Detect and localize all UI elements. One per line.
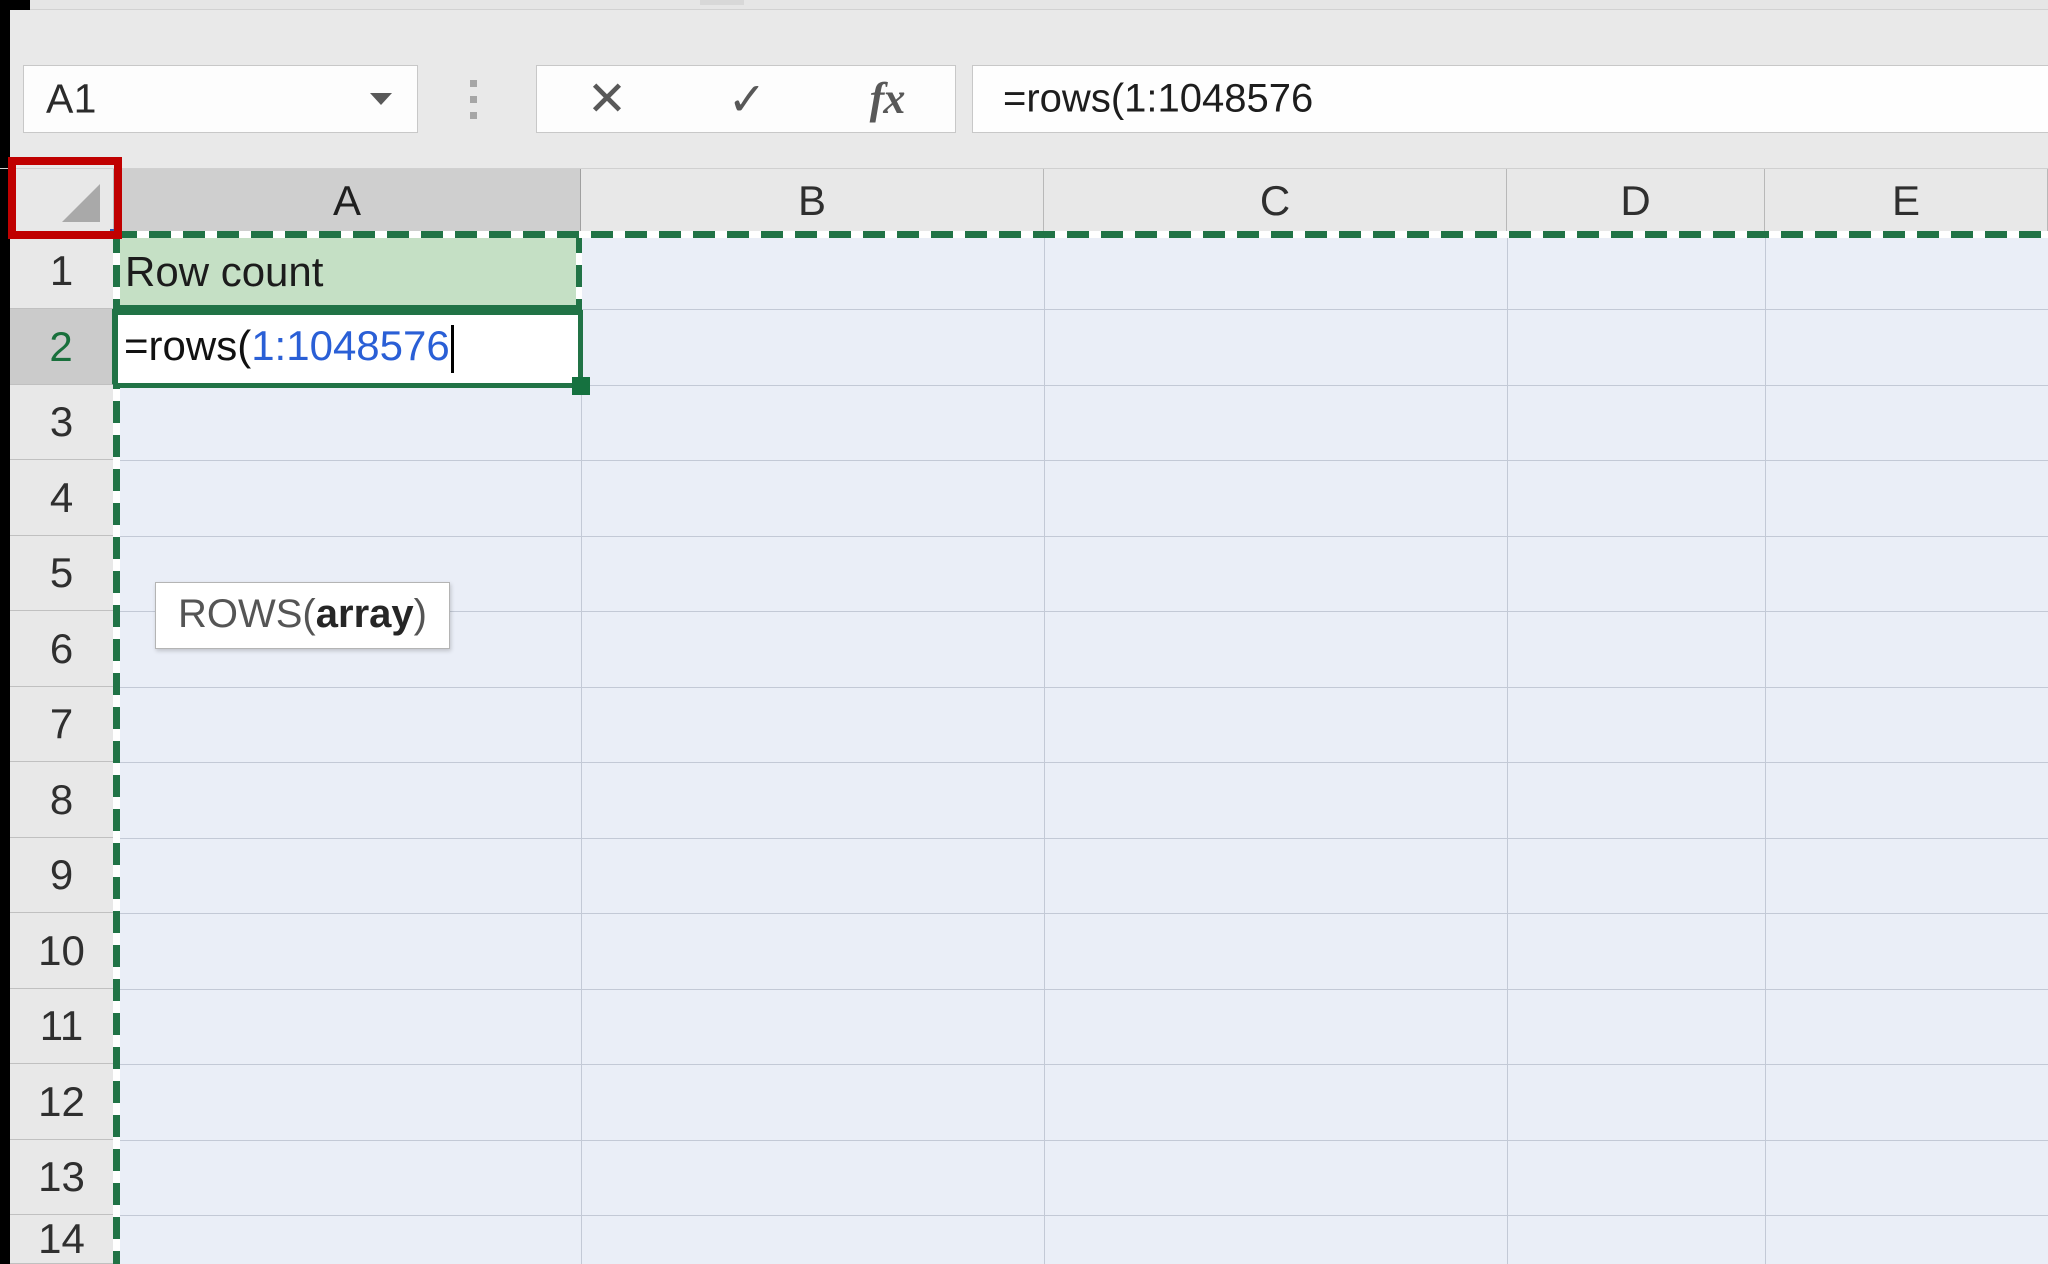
gridline-horizontal [115,913,2048,914]
gridline-horizontal [115,838,2048,839]
left-black-border-top [0,10,10,168]
column-header-label: E [1891,177,1920,224]
row-header-11[interactable]: 11 [10,989,114,1064]
insert-function-label: fx [869,74,906,123]
column-header-C[interactable]: C [1044,169,1507,233]
row-header-label: 10 [38,926,85,974]
text-caret [450,325,454,373]
select-all-button[interactable] [10,169,114,234]
gridline-horizontal [115,1140,2048,1141]
cell-A2-value: =rows(1:1048576 [124,325,454,373]
row-header-label: 12 [38,1077,85,1125]
column-header-E[interactable]: E [1765,169,2048,233]
gridline-vertical [1507,234,1508,1264]
row-header-label: 4 [49,473,74,521]
window-corner-shadow [0,0,30,10]
copy-marquee-a1-right [576,231,582,311]
cells-area[interactable] [115,234,2048,1264]
formula-bar-buttons: ✕ ✓ fx [536,65,956,133]
name-box-value: A1 [46,75,97,122]
row-header-8[interactable]: 8 [10,762,114,838]
gridline-horizontal [115,989,2048,990]
gridline-horizontal [115,762,2048,763]
cell-A2-editor[interactable]: =rows(1:1048576 [113,310,583,388]
column-header-label: C [1259,177,1291,224]
gridline-vertical [1044,234,1045,1264]
enter-button-label: ✓ [727,72,767,126]
cell-A2-function-part: =rows( [124,322,252,370]
bottom-black-corner [0,1240,10,1264]
gridline-horizontal [115,687,2048,688]
row-header-1[interactable]: 1 [10,234,114,309]
gridline-horizontal [115,1215,2048,1216]
cell-A1[interactable]: Row count [115,235,581,308]
enter-check-icon[interactable]: ✓ [677,66,817,132]
row-header-label: 9 [49,851,74,898]
cancel-x-icon[interactable]: ✕ [537,66,677,132]
row-header-label: 6 [49,624,74,672]
row-header-12[interactable]: 12 [10,1064,114,1140]
formula-bar-band: A1 ✕ ✓ fx =rows(1:1048576 [0,10,2048,169]
row-header-label: 1 [49,247,74,294]
row-header-14[interactable]: 14 [10,1215,114,1264]
name-box[interactable]: A1 [23,65,418,133]
formula-input-value: =rows(1:1048576 [1003,76,1314,121]
cell-A1-value: Row count [125,247,324,295]
gridline-horizontal [115,1064,2048,1065]
row-header-3[interactable]: 3 [10,385,114,460]
formula-input[interactable]: =rows(1:1048576 [972,65,2048,133]
function-name-prefix: ROWS( [178,592,316,636]
worksheet-grid: ABCDE 1 2 3 4 5 6 7 8 9 10 11 12 13 14 Row count =row… [0,169,2048,1264]
marquee-corner-dot [110,229,120,239]
column-header-D[interactable]: D [1507,169,1765,233]
row-header-label: 7 [49,700,74,747]
select-all-triangle-icon [62,184,100,222]
row-header-5[interactable]: 5 [10,536,114,611]
cell-A2-reference-part: 1:1048576 [251,322,450,370]
excel-window: A1 ✕ ✓ fx =rows(1:1048576 A B C D E 1 2 … [0,0,2048,1264]
function-signature-tooltip: ROWS(array) [155,582,450,650]
copy-marquee-top [115,231,2048,238]
row-header-2[interactable]: 2 [10,309,114,385]
column-header-row: A B C D E [114,169,2048,234]
row-header-label: 5 [49,549,74,596]
column-header-A[interactable]: A [114,169,581,233]
row-header-label: 13 [38,1153,85,1200]
gridline-horizontal [115,460,2048,461]
row-header-6[interactable]: 6 [10,611,114,687]
row-header-label: 11 [39,1002,84,1049]
more-options-icon[interactable] [470,80,478,120]
row-header-label: 8 [49,775,74,823]
row-header-label: 2 [49,322,73,370]
row-header-7[interactable]: 7 [10,687,114,762]
row-header-10[interactable]: 10 [10,913,114,989]
column-header-B[interactable]: B [581,169,1044,233]
row-header-label: 14 [38,1215,85,1262]
ribbon-tab-remnant [700,0,744,5]
column-header-label: D [1620,177,1651,224]
column-header-label: B [797,177,826,224]
row-header-9[interactable]: 9 [10,838,114,913]
gridline-horizontal [115,536,2048,537]
chevron-down-icon[interactable] [370,93,392,105]
function-name-suffix: ) [413,592,427,636]
fill-handle[interactable] [572,377,590,395]
row-header-label: 3 [49,398,74,445]
function-argument[interactable]: array [316,592,414,636]
function-signature-text: ROWS(array) [178,592,427,636]
left-black-border-grid [0,169,10,1264]
row-header-4[interactable]: 4 [10,460,114,536]
gridline-vertical [1765,234,1766,1264]
insert-function-icon[interactable]: fx [817,66,957,132]
row-header-13[interactable]: 13 [10,1140,114,1215]
cancel-button-label: ✕ [586,71,628,127]
column-header-label: A [332,177,361,224]
ribbon-bottom-edge [30,0,2048,10]
